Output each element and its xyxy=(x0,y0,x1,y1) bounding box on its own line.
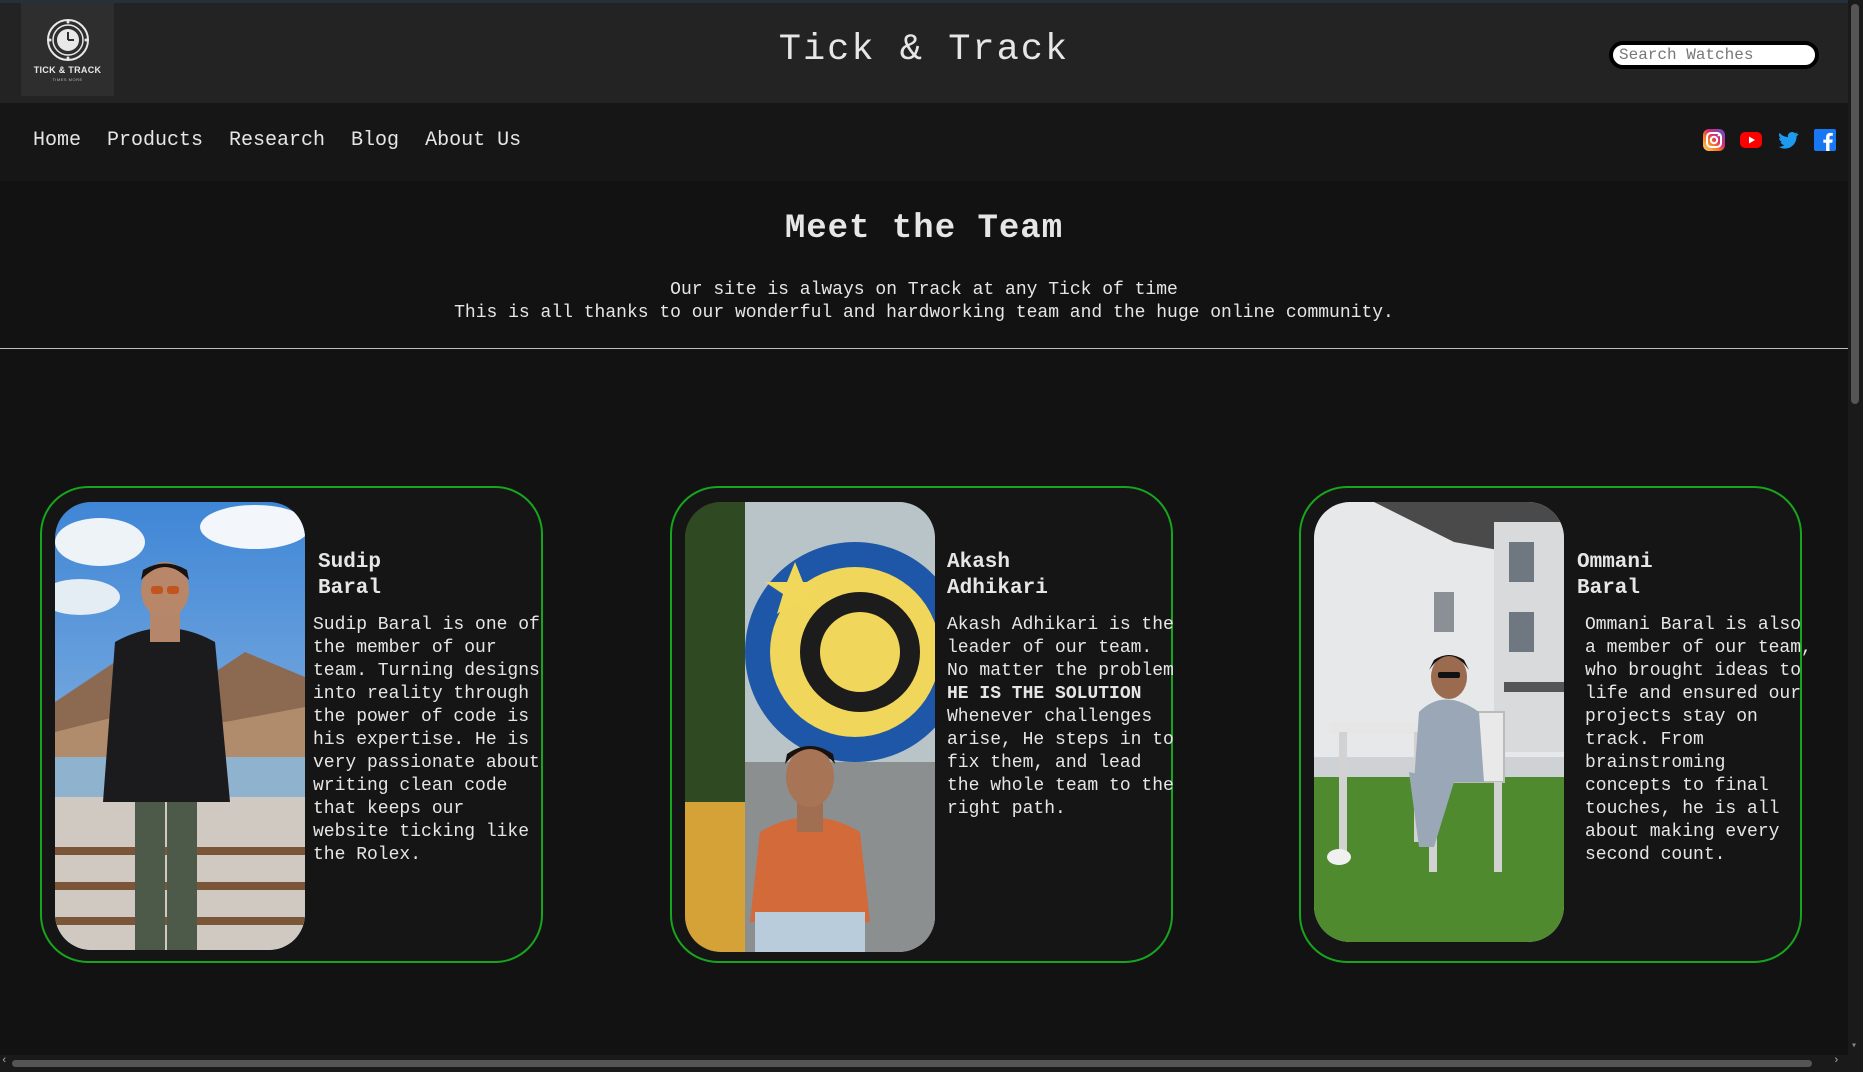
facebook-icon[interactable] xyxy=(1813,128,1837,152)
nav-home[interactable]: Home xyxy=(33,129,81,152)
social-links xyxy=(1702,128,1837,152)
vertical-scroll-thumb[interactable] xyxy=(1851,4,1859,404)
search-input[interactable] xyxy=(1609,41,1819,69)
site-header: TICK & TRACK TIMES MORE Tick & Track xyxy=(0,3,1848,103)
scroll-down-arrow-icon[interactable]: ▾ xyxy=(1851,1040,1857,1052)
main-nav: Home Products Research Blog About Us xyxy=(0,103,1848,181)
member-name: Ommani Baral xyxy=(1577,551,1653,600)
team-card-sudip: Sudip Baral Sudip Baral is one of the me… xyxy=(40,486,543,963)
twitter-icon[interactable] xyxy=(1776,128,1800,152)
team-card-ommani: Ommani Baral Ommani Baral is also a memb… xyxy=(1299,486,1812,963)
intro-line-1: Our site is always on Track at any Tick … xyxy=(670,280,1178,300)
member-bio: Sudip Baral is one of the member of our … xyxy=(313,615,540,865)
nav-research[interactable]: Research xyxy=(229,129,325,152)
page-title: Meet the Team xyxy=(784,210,1064,248)
nav-about-us[interactable]: About Us xyxy=(425,129,521,152)
member-photo xyxy=(55,502,305,950)
nav-links: Home Products Research Blog About Us xyxy=(33,129,521,152)
nav-products[interactable]: Products xyxy=(107,129,203,152)
member-photo xyxy=(1314,502,1564,942)
scroll-right-arrow-icon[interactable]: › xyxy=(1833,1055,1840,1067)
member-bio: Akash Adhikari is the leader of our team… xyxy=(947,615,1174,819)
team-card-akash: Akash Adhikari Akash Adhikari is the lea… xyxy=(670,486,1174,963)
nav-blog[interactable]: Blog xyxy=(351,129,399,152)
intro-text: Our site is always on Track at any Tick … xyxy=(0,279,1848,325)
horizontal-scroll-thumb[interactable] xyxy=(12,1060,1812,1067)
member-bio: Ommani Baral is also a member of our tea… xyxy=(1585,615,1812,865)
instagram-icon[interactable] xyxy=(1702,128,1726,152)
site-title: Tick & Track xyxy=(778,29,1070,71)
member-name: Sudip Baral xyxy=(318,551,382,600)
member-name: Akash Adhikari xyxy=(947,551,1048,600)
intro-line-2: This is all thanks to our wonderful and … xyxy=(454,303,1394,323)
youtube-icon[interactable] xyxy=(1739,128,1763,152)
member-photo xyxy=(685,502,935,952)
logo-tagline: TIMES MORE xyxy=(52,76,83,82)
scroll-left-arrow-icon[interactable]: ‹ xyxy=(1,1055,8,1067)
section-divider xyxy=(0,348,1848,349)
